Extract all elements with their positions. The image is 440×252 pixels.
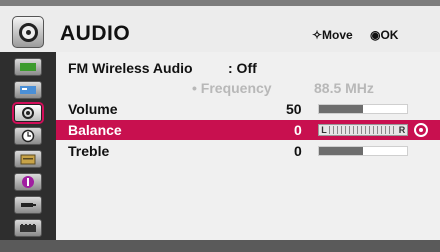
move-hint: ✧Move [312,28,353,42]
category-sidebar [0,52,56,240]
time-icon [15,128,41,144]
treble-value: 0 [294,143,302,159]
balance-row[interactable]: Balance 0 L R [56,120,440,140]
volume-row[interactable]: Volume 50 [56,99,440,119]
balance-left-marker: L [321,125,327,135]
ok-hint: ◉OK [370,28,399,42]
treble-label: Treble [68,143,110,159]
frequency-label: • Frequency [192,80,272,96]
frequency-value: 88.5 MHz [314,80,374,96]
lock-icon [15,220,41,236]
sidebar-item-input[interactable] [14,196,42,214]
treble-row[interactable]: Treble 0 [56,141,440,161]
ok-select-icon [414,123,428,137]
sidebar-item-lock[interactable] [14,219,42,237]
menu-footer-bar [0,240,440,252]
sidebar-item-picture[interactable] [14,58,42,76]
balance-label: Balance [68,122,122,138]
speaker-icon [19,23,38,42]
audio-category-badge [12,16,44,48]
fm-wireless-audio-label: FM Wireless Audio [68,60,193,76]
balance-right-marker: R [398,125,406,135]
frequency-row: • Frequency 88.5 MHz [56,78,440,98]
fm-wireless-audio-row[interactable]: FM Wireless Audio : Off [56,58,440,78]
sidebar-item-time[interactable] [14,127,42,145]
picture-icon [15,59,41,75]
menu-header: AUDIO ✧Move ◉OK [0,0,440,52]
sidebar-item-screen[interactable] [14,81,42,99]
balance-slider[interactable]: L R [318,124,408,136]
screen-icon [15,82,41,98]
balance-scale [329,126,397,134]
volume-label: Volume [68,101,118,117]
page-title: AUDIO [60,22,131,45]
option-icon [15,174,41,190]
sidebar-item-option[interactable] [14,173,42,191]
audio-settings-list: FM Wireless Audio : Off • Frequency 88.5… [56,52,440,240]
fm-wireless-audio-value: : Off [228,60,257,76]
volume-slider[interactable] [318,104,408,114]
sidebar-item-audio[interactable] [14,104,42,122]
tv-osd-menu: AUDIO ✧Move ◉OK FM Wireless Audio: Off … [0,0,440,252]
sidebar-item-setup[interactable] [14,150,42,168]
volume-value: 50 [286,101,302,117]
balance-value: 0 [294,122,302,138]
volume-slider-fill [319,105,363,113]
setup-icon [15,151,41,167]
input-icon [15,197,41,213]
treble-slider-fill [319,147,363,155]
audio-icon [15,105,41,121]
treble-slider[interactable] [318,146,408,156]
